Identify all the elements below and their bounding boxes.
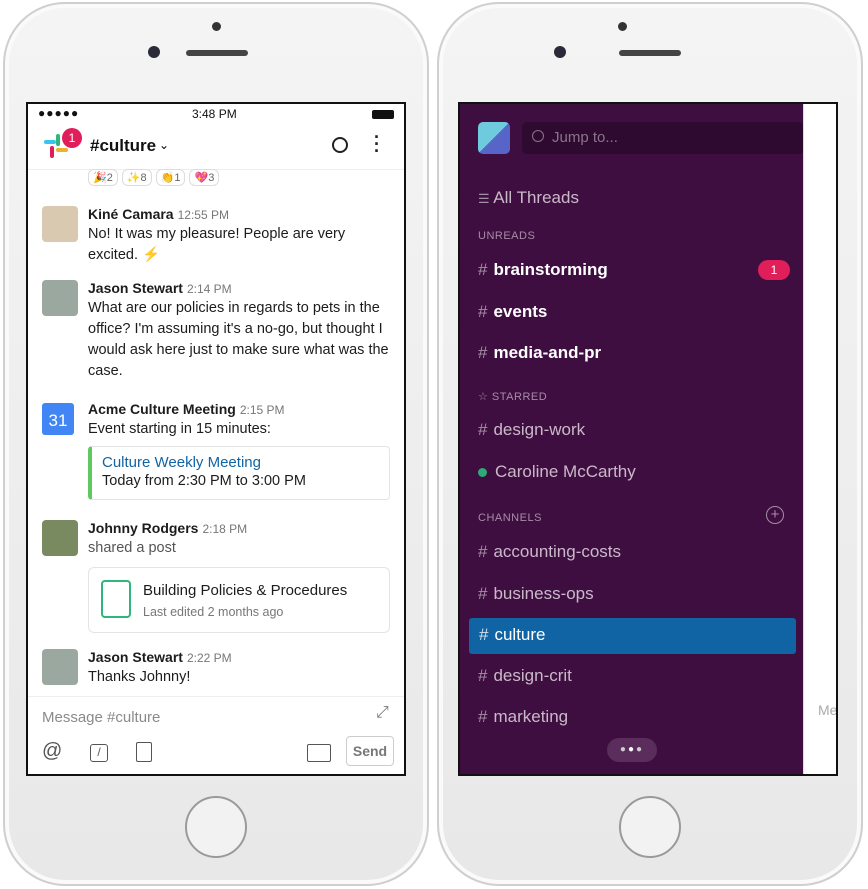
image-icon[interactable] — [307, 744, 331, 762]
timestamp: 2:14 PM — [186, 282, 232, 296]
post-card[interactable]: Building Policies & Procedures Last edit… — [88, 567, 390, 633]
document-icon — [101, 580, 131, 618]
timestamp: 2:15 PM — [239, 403, 285, 417]
channel-design-crit[interactable]: # design-crit — [478, 666, 572, 686]
sidebar-screen: Jump to... ☰ All Threads UNREADS # brains… — [458, 102, 838, 776]
speaker — [619, 50, 681, 56]
author[interactable]: Kiné Camara — [88, 206, 174, 222]
reactions: 🎉2 ✨8 👏1 💖3 — [88, 168, 223, 186]
timestamp: 12:55 PM — [177, 208, 229, 222]
sensor — [212, 22, 221, 31]
author[interactable]: Johnny Rodgers — [88, 520, 198, 536]
reaction[interactable]: ✨8 — [121, 169, 152, 186]
camera — [148, 46, 160, 58]
section-starred: ☆ STARRED — [478, 391, 548, 403]
chat-screen: ●●●●● 3:48 PM 1 #culture ⌄ · · · 🎉2 ✨8 👏1 💖3 … — [26, 102, 406, 776]
author[interactable]: Jason Stewart — [88, 280, 183, 296]
channel-accounting-costs[interactable]: # accounting-costs — [478, 542, 621, 562]
section-channels: CHANNELS — [478, 512, 542, 524]
reaction[interactable]: 👏1 — [155, 169, 186, 186]
message-text: No! It was my pleasure! People are very … — [88, 226, 346, 263]
page-indicator[interactable]: ●●● — [607, 738, 657, 762]
channel-design-work[interactable]: # design-work — [478, 420, 585, 440]
add-channel-icon[interactable]: + — [766, 506, 784, 524]
presence-icon — [478, 468, 487, 478]
channel-business-ops[interactable]: # business-ops — [478, 584, 594, 604]
author[interactable]: Jason Stewart — [88, 649, 183, 665]
sidebar: Jump to... ☰ All Threads UNREADS # brains… — [460, 104, 804, 774]
message: Jason Stewart 2:14 PM What are our polici… — [42, 280, 392, 382]
all-threads[interactable]: ☰ All Threads — [478, 188, 579, 208]
unread-badge: 1 — [758, 260, 790, 280]
chat-peek[interactable]: Me — [803, 104, 838, 774]
timestamp: 2:18 PM — [202, 522, 248, 536]
message-text: What are our policies in regards to pets… — [88, 300, 389, 379]
dm-caroline-mccarthy[interactable]: Caroline McCarthy — [478, 462, 636, 482]
avatar[interactable] — [42, 649, 78, 685]
author[interactable]: Acme Culture Meeting — [88, 401, 236, 417]
more-icon[interactable]: · · · — [374, 128, 380, 160]
message-input[interactable]: Message #culture — [42, 709, 160, 726]
send-button[interactable]: Send — [346, 736, 394, 766]
event-title[interactable]: Culture Weekly Meeting — [102, 454, 379, 471]
timestamp: 2:22 PM — [186, 651, 232, 665]
notification-badge: 1 — [62, 128, 82, 148]
avatar[interactable] — [42, 520, 78, 556]
search-icon — [532, 130, 544, 142]
message: Kiné Camara 12:55 PM No! It was my pleasu… — [42, 206, 392, 266]
home-button[interactable] — [619, 796, 681, 858]
channel-events[interactable]: # events — [478, 302, 547, 322]
post-subtitle: Last edited 2 months ago — [143, 605, 284, 619]
event-card[interactable]: Culture Weekly Meeting Today from 2:30 P… — [88, 446, 390, 500]
avatar[interactable] — [42, 206, 78, 242]
message: Jason Stewart 2:22 PM Thanks Johnny! — [42, 649, 392, 688]
channel-brainstorming[interactable]: # brainstorming — [478, 260, 608, 280]
home-button[interactable] — [185, 796, 247, 858]
message: Johnny Rodgers 2:18 PM shared a post Buil… — [42, 520, 392, 633]
channel-header: 1 #culture ⌄ · · · — [28, 104, 404, 170]
message: 31 Acme Culture Meeting 2:15 PM Event sta… — [42, 401, 392, 500]
star-icon: ☆ — [478, 391, 492, 403]
camera — [554, 46, 566, 58]
speaker — [186, 50, 248, 56]
message-text: shared a post — [88, 540, 176, 556]
workspace-icon[interactable] — [478, 122, 510, 154]
avatar[interactable] — [42, 280, 78, 316]
peek-input: Me — [818, 702, 838, 718]
channel-marketing[interactable]: # marketing — [478, 707, 568, 727]
expand-icon[interactable]: ⤢ — [376, 704, 389, 722]
composer-divider — [28, 696, 404, 697]
calendar-icon: 31 — [42, 403, 74, 435]
channel-media-and-pr[interactable]: # media-and-pr — [478, 343, 601, 363]
message-text: Thanks Johnny! — [88, 669, 191, 685]
mention-icon[interactable]: @ — [42, 740, 62, 763]
sensor — [618, 22, 627, 31]
channel-culture-active[interactable]: # culture — [469, 618, 796, 654]
threads-icon: ☰ — [478, 191, 494, 206]
event-time: Today from 2:30 PM to 3:00 PM — [102, 473, 306, 489]
search-icon[interactable] — [332, 137, 348, 153]
channel-title[interactable]: #culture — [90, 136, 156, 156]
chevron-down-icon[interactable]: ⌄ — [159, 138, 169, 152]
reaction[interactable]: 💖3 — [189, 169, 220, 186]
reaction[interactable]: 🎉2 — [88, 169, 118, 186]
slash-command-icon[interactable]: / — [90, 744, 108, 762]
jump-to-input[interactable]: Jump to... — [522, 122, 804, 154]
message-text: Event starting in 15 minutes: — [88, 421, 271, 437]
section-unreads: UNREADS — [478, 230, 536, 242]
post-title[interactable]: Building Policies & Procedures — [143, 582, 347, 599]
attachment-icon[interactable] — [136, 742, 152, 762]
